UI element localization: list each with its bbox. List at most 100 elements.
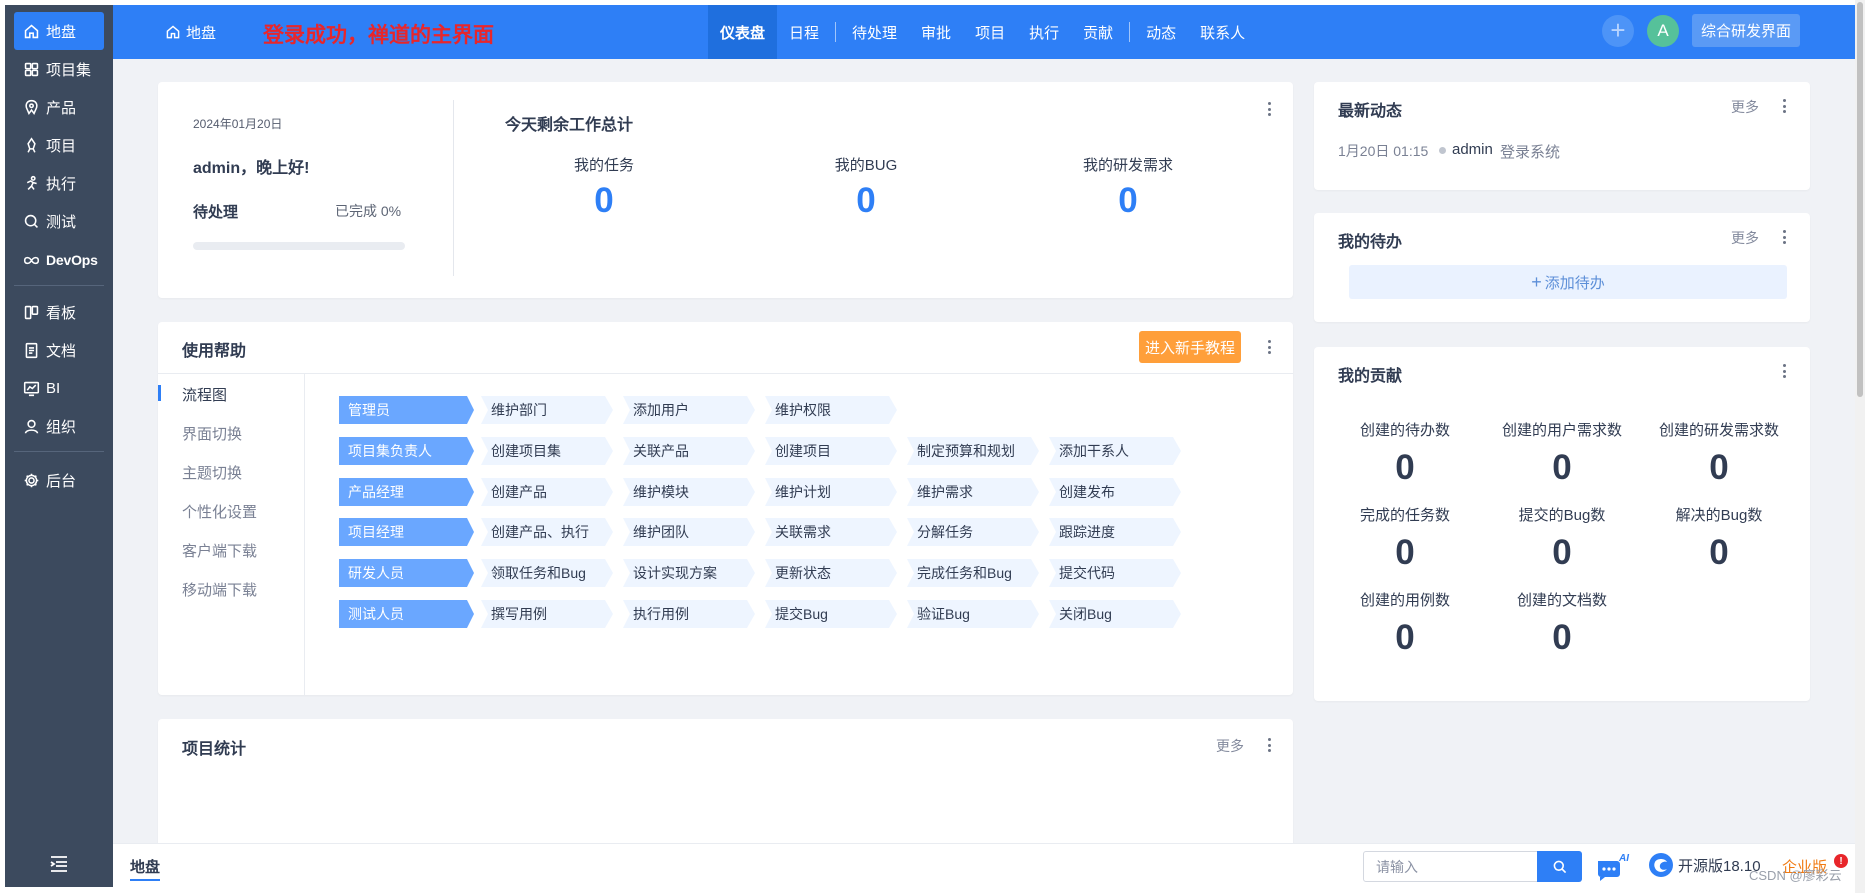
app-tab-dashboard[interactable]: 地盘 — [130, 856, 161, 881]
more-options-icon[interactable] — [1778, 362, 1790, 380]
flow-step[interactable]: 领取任务和Bug — [481, 559, 613, 587]
sidebar-item-label: 地盘 — [46, 23, 77, 41]
scrollbar-thumb[interactable] — [1857, 2, 1863, 397]
flow-step[interactable]: 维护团队 — [623, 518, 755, 546]
flow-step[interactable]: 撰写用例 — [481, 600, 613, 628]
contrib-value: 0 — [1709, 448, 1729, 487]
nav-contribution[interactable]: 贡献 — [1071, 5, 1125, 59]
nav-contacts[interactable]: 联系人 — [1188, 5, 1257, 59]
sidebar-item-bi[interactable]: BI — [14, 369, 104, 407]
search-button[interactable] — [1537, 851, 1582, 882]
nav-calendar[interactable]: 日程 — [777, 5, 831, 59]
main-nav: 仪表盘 日程 待处理 审批 项目 执行 贡献 动态 联系人 — [708, 5, 1257, 59]
user-icon — [22, 417, 40, 435]
nav-dynamics[interactable]: 动态 — [1134, 5, 1188, 59]
flow-step[interactable]: 维护部门 — [481, 396, 613, 424]
help-tab-flowchart[interactable]: 流程图 — [182, 384, 227, 405]
flow-step[interactable]: 添加干系人 — [1049, 437, 1181, 465]
flow-step[interactable]: 提交代码 — [1049, 559, 1181, 587]
add-todo-button[interactable]: + 添加待办 — [1349, 265, 1787, 299]
sidebar-item-kanban[interactable]: 看板 — [14, 293, 104, 331]
flow-step[interactable]: 分解任务 — [907, 518, 1039, 546]
chart-icon — [22, 379, 40, 397]
sidebar-item-test[interactable]: 测试 — [14, 202, 104, 240]
ai-chat-icon[interactable]: AI — [1595, 852, 1631, 882]
flow-step[interactable]: 执行用例 — [623, 600, 755, 628]
flow-step[interactable]: 制定预算和规划 — [907, 437, 1039, 465]
nav-execution[interactable]: 执行 — [1017, 5, 1071, 59]
quick-add-button[interactable]: + — [1602, 15, 1634, 47]
more-link[interactable]: 更多 — [1731, 228, 1759, 248]
stat-my-requirements[interactable]: 我的研发需求 0 — [1038, 154, 1218, 221]
nav-todo[interactable]: 待处理 — [840, 5, 909, 59]
flow-step[interactable]: 关闭Bug — [1049, 600, 1181, 628]
flow-step[interactable]: 创建产品 — [481, 478, 613, 506]
flow-step[interactable]: 维护模块 — [623, 478, 755, 506]
search-input[interactable] — [1363, 851, 1539, 882]
project-icon — [22, 136, 40, 154]
stat-my-tasks[interactable]: 我的任务 0 — [514, 154, 694, 221]
grid-icon — [22, 60, 40, 78]
sidebar-item-product[interactable]: 产品 — [14, 88, 104, 126]
contrib-label: 创建的用户需求数 — [1501, 422, 1622, 439]
sidebar-item-label: 项目集 — [46, 61, 92, 79]
more-options-icon[interactable] — [1778, 97, 1790, 115]
avatar[interactable]: A — [1647, 15, 1679, 47]
sidebar-item-dashboard[interactable]: 地盘 — [14, 12, 104, 50]
contrib-value: 0 — [1395, 448, 1415, 487]
flow-step[interactable]: 完成任务和Bug — [907, 559, 1039, 587]
flow-step[interactable]: 关联需求 — [765, 518, 897, 546]
flow-step[interactable]: 提交Bug — [765, 600, 897, 628]
help-tab-ui-switch[interactable]: 界面切换 — [182, 423, 242, 444]
dynamic-user[interactable]: admin — [1452, 141, 1493, 158]
flow-step[interactable]: 维护权限 — [765, 396, 897, 424]
stat-label: 我的BUG — [834, 157, 898, 174]
stat-my-bugs[interactable]: 我的BUG 0 — [776, 154, 956, 221]
nav-approval[interactable]: 审批 — [909, 5, 963, 59]
flow-step[interactable]: 创建发布 — [1049, 478, 1181, 506]
more-link[interactable]: 更多 — [1216, 736, 1244, 756]
sidebar-item-doc[interactable]: 文档 — [14, 331, 104, 369]
stat-value: 0 — [1118, 181, 1138, 220]
top-nav-bar: 地盘 登录成功，禅道的主界面 仪表盘 日程 待处理 审批 项目 执行 贡献 动态… — [113, 5, 1855, 59]
flow-step[interactable]: 创建项目 — [765, 437, 897, 465]
sidebar-item-admin[interactable]: 后台 — [14, 461, 104, 499]
sidebar-item-execution[interactable]: 执行 — [14, 164, 104, 202]
flow-step[interactable]: 关联产品 — [623, 437, 755, 465]
sidebar-item-org[interactable]: 组织 — [14, 407, 104, 445]
contrib-label: 创建的用例数 — [1359, 592, 1450, 609]
sidebar-item-devops[interactable]: DevOps — [14, 241, 104, 279]
flow-step[interactable]: 维护需求 — [907, 478, 1039, 506]
interface-switch-button[interactable]: 综合研发界面 — [1692, 14, 1801, 47]
menu-collapse-icon[interactable] — [49, 855, 69, 873]
more-options-icon[interactable] — [1263, 338, 1275, 356]
flow-step[interactable]: 跟踪进度 — [1049, 518, 1181, 546]
nav-dashboard[interactable]: 仪表盘 — [708, 5, 778, 59]
version-info[interactable]: 开源版18.10 — [1648, 852, 1761, 878]
topbar-home-link[interactable]: 地盘 — [165, 5, 216, 59]
flow-step[interactable]: 创建项目集 — [481, 437, 613, 465]
contrib-stat: 创建的用户需求数 0 — [1482, 419, 1642, 488]
flow-step[interactable]: 验证Bug — [907, 600, 1039, 628]
flow-step[interactable]: 更新状态 — [765, 559, 897, 587]
test-icon — [22, 212, 40, 230]
nav-project[interactable]: 项目 — [963, 5, 1017, 59]
flow-step[interactable]: 设计实现方案 — [623, 559, 755, 587]
watermark: CSDN @廖彩云 — [1749, 868, 1842, 883]
more-options-icon[interactable] — [1263, 100, 1275, 118]
flow-step[interactable]: 创建产品、执行 — [481, 518, 613, 546]
sidebar-item-program[interactable]: 项目集 — [14, 50, 104, 88]
tutorial-button[interactable]: 进入新手教程 — [1139, 331, 1242, 363]
help-tab-mobile-download[interactable]: 移动端下载 — [182, 579, 257, 600]
flow-step[interactable]: 添加用户 — [623, 396, 755, 424]
help-tab-client-download[interactable]: 客户端下载 — [182, 540, 257, 561]
flow-step[interactable]: 维护计划 — [765, 478, 897, 506]
more-link[interactable]: 更多 — [1731, 97, 1759, 117]
more-options-icon[interactable] — [1778, 228, 1790, 246]
sidebar-divider — [14, 285, 104, 286]
completion-label: 已完成 0% — [335, 203, 402, 219]
help-tab-personalize[interactable]: 个性化设置 — [182, 501, 257, 522]
sidebar-item-project[interactable]: 项目 — [14, 126, 104, 164]
help-tab-theme[interactable]: 主题切换 — [182, 462, 242, 483]
more-options-icon[interactable] — [1263, 736, 1275, 754]
